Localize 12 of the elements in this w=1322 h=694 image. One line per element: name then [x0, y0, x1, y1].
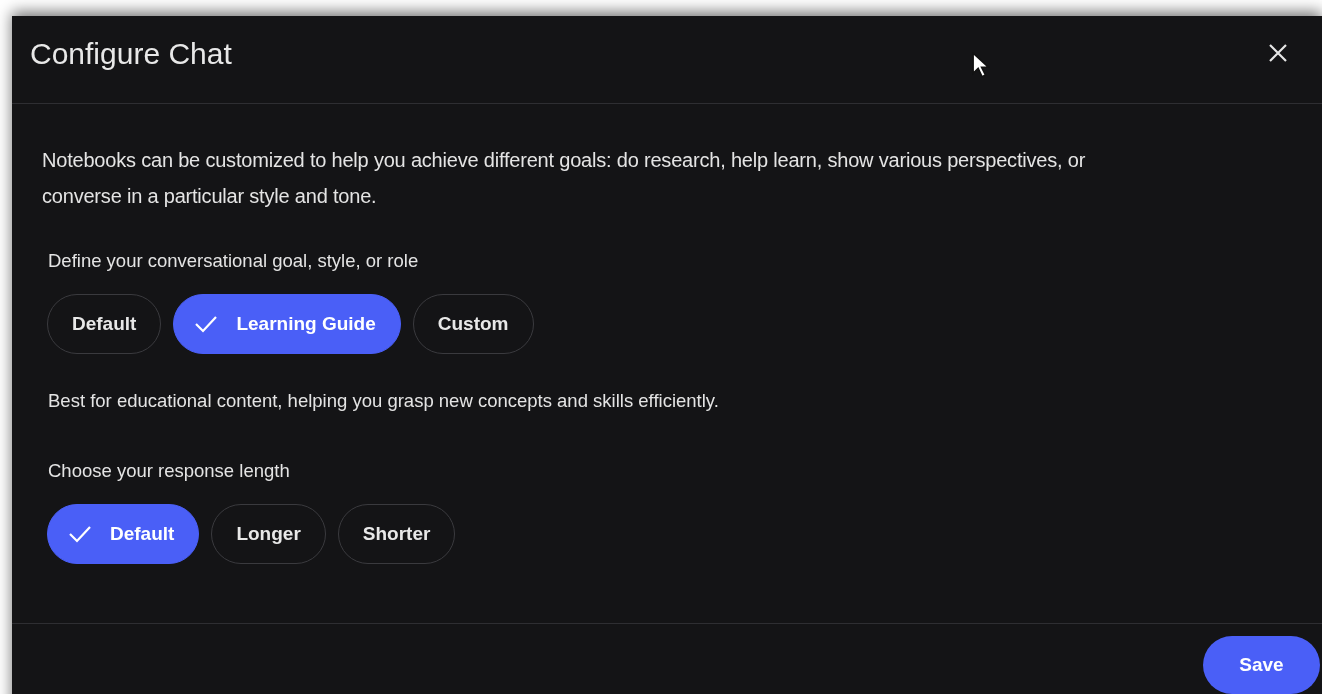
- option-chip[interactable]: Default: [47, 504, 200, 564]
- dialog-title: Configure Chat: [30, 36, 232, 71]
- save-button[interactable]: Save: [1203, 636, 1320, 694]
- close-icon[interactable]: [1268, 42, 1288, 63]
- section-label: Choose your response length: [48, 460, 291, 482]
- section-label: Define your conversational goal, style, or role: [48, 250, 420, 272]
- cursor-icon: [972, 52, 990, 79]
- check-icon: [194, 315, 219, 333]
- option-chip[interactable]: Learning Guide: [173, 294, 401, 354]
- description-text: Notebooks can be customized to help you achieve different goals: do research, help learn, show various perspectives, or converse in a particular style and tone.: [42, 148, 1087, 209]
- check-icon: [68, 525, 92, 543]
- option-description: Best for educational content, helping you grasp new concepts and skills efficiently.: [48, 390, 720, 412]
